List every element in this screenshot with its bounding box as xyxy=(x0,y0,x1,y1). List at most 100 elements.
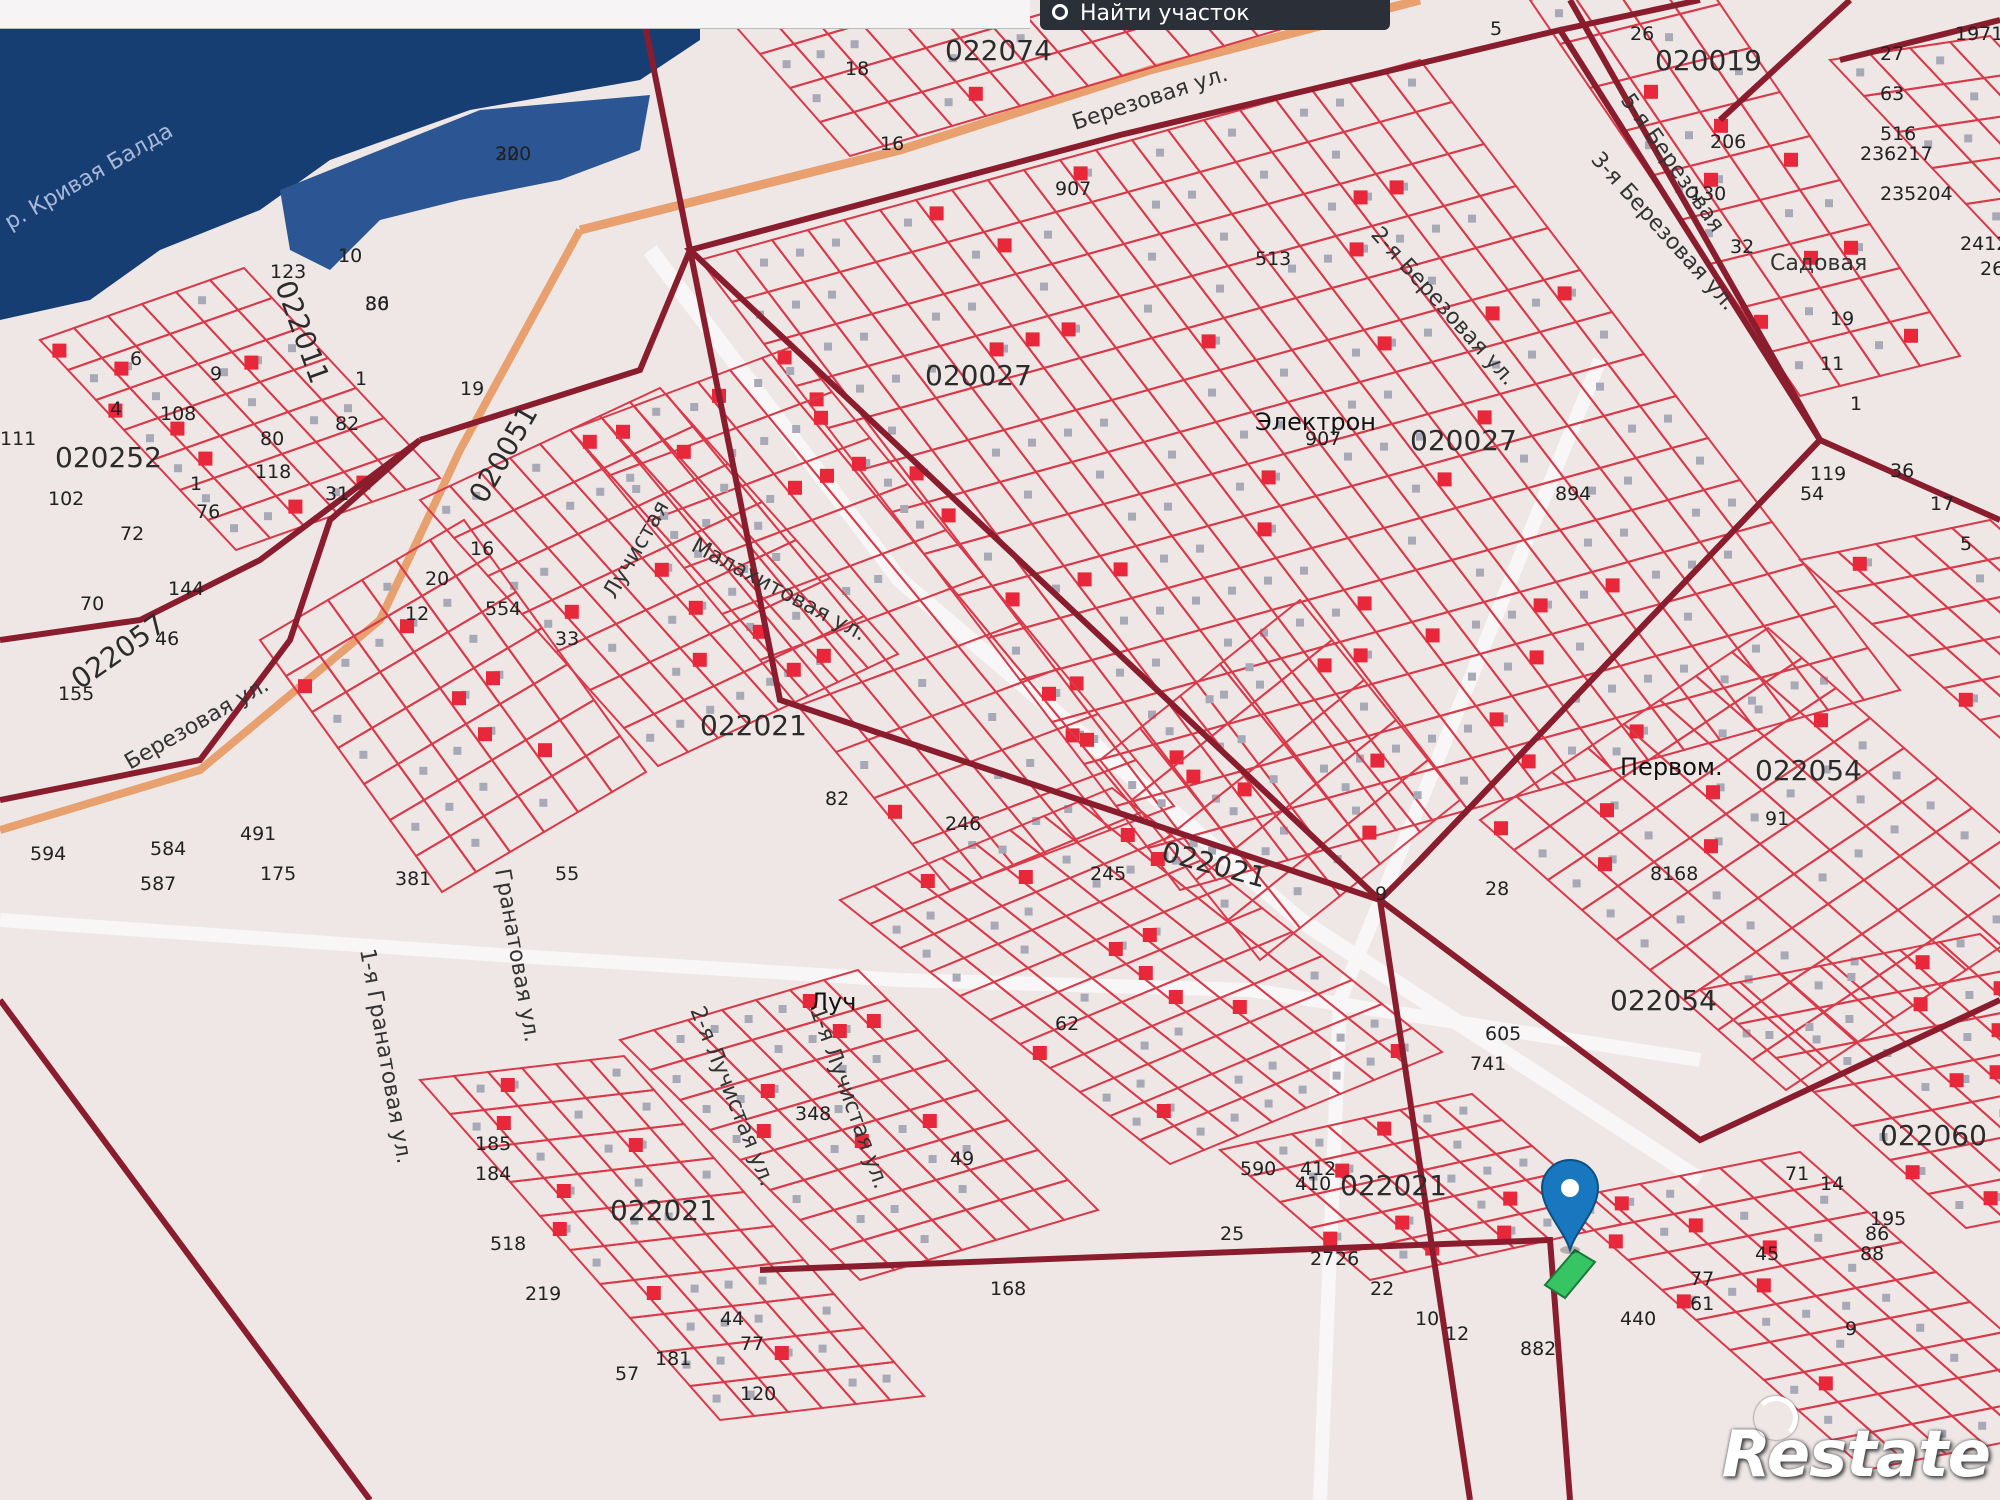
parcel[interactable] xyxy=(1098,886,1166,928)
parcel[interactable] xyxy=(1206,1096,1274,1138)
parcel[interactable] xyxy=(912,1058,980,1102)
parcel[interactable] xyxy=(1947,558,2000,602)
parcel[interactable] xyxy=(516,774,580,834)
parcel[interactable] xyxy=(1176,1072,1244,1114)
parcel[interactable] xyxy=(1584,776,1658,834)
parcel[interactable] xyxy=(583,1092,653,1134)
parcel[interactable] xyxy=(1256,930,1324,972)
parcel[interactable] xyxy=(1002,1148,1070,1192)
parcel[interactable] xyxy=(1162,896,1230,938)
parcel[interactable] xyxy=(537,1210,607,1252)
parcel[interactable] xyxy=(601,1240,671,1282)
parcel[interactable] xyxy=(1170,734,1246,810)
parcel[interactable] xyxy=(703,1228,773,1270)
parcel[interactable] xyxy=(1901,82,1981,128)
parcel[interactable] xyxy=(1128,910,1196,952)
parcel[interactable] xyxy=(699,1266,769,1308)
parcel[interactable] xyxy=(613,1126,683,1168)
parcel[interactable] xyxy=(1686,866,1760,924)
parcel[interactable] xyxy=(326,578,390,638)
parcel[interactable] xyxy=(1907,40,1987,86)
parcel[interactable] xyxy=(412,630,476,690)
parcel[interactable] xyxy=(857,1360,927,1402)
parcel[interactable] xyxy=(498,682,562,742)
parcel[interactable] xyxy=(1788,956,1862,1014)
parcel[interactable] xyxy=(1180,1034,1248,1076)
parcel[interactable] xyxy=(1932,860,2000,918)
parcel[interactable] xyxy=(1000,890,1068,932)
parcel[interactable] xyxy=(647,1122,717,1164)
parcel[interactable] xyxy=(1172,1110,1240,1152)
parcel[interactable] xyxy=(1158,934,1226,976)
parcel[interactable] xyxy=(1716,1004,1790,1062)
parcel[interactable] xyxy=(1222,944,1290,986)
parcel[interactable] xyxy=(1138,1124,1206,1166)
parcel[interactable] xyxy=(1244,1044,1312,1086)
parcel[interactable] xyxy=(362,762,426,822)
parcel[interactable] xyxy=(448,814,512,874)
parcel[interactable] xyxy=(1078,1076,1146,1118)
parcel[interactable] xyxy=(827,1326,897,1368)
parcel[interactable] xyxy=(1116,1024,1184,1066)
parcel[interactable] xyxy=(932,918,1000,960)
parcel[interactable] xyxy=(737,1224,807,1266)
parcel[interactable] xyxy=(902,894,970,936)
parcel[interactable] xyxy=(541,1172,611,1214)
parcel[interactable] xyxy=(1981,72,2000,114)
parcel[interactable] xyxy=(1582,830,1656,888)
parcel[interactable] xyxy=(472,646,536,706)
parcel[interactable] xyxy=(988,1004,1056,1046)
parcel[interactable] xyxy=(1210,702,1286,778)
parcel[interactable] xyxy=(284,654,348,714)
parcel[interactable] xyxy=(587,1054,657,1096)
parcel[interactable] xyxy=(1866,746,1940,804)
parcel[interactable] xyxy=(1989,1400,2000,1438)
parcel[interactable] xyxy=(1064,900,1132,942)
parcel[interactable] xyxy=(485,1066,555,1108)
parcel[interactable] xyxy=(1142,1086,1210,1128)
parcel[interactable] xyxy=(1376,1026,1444,1068)
parcel[interactable] xyxy=(793,1330,863,1372)
parcel[interactable] xyxy=(1955,1368,2000,1410)
parcel[interactable] xyxy=(942,1088,1010,1132)
parcel[interactable] xyxy=(1969,156,2000,198)
parcel[interactable] xyxy=(789,1368,859,1410)
parcel[interactable] xyxy=(1030,914,1098,956)
parcel[interactable] xyxy=(1975,114,2000,156)
parcel[interactable] xyxy=(422,778,486,838)
parcel[interactable] xyxy=(707,1190,777,1232)
parcel[interactable] xyxy=(370,706,434,766)
parcel[interactable] xyxy=(966,904,1034,946)
parcel[interactable] xyxy=(1248,1006,1316,1048)
parcel[interactable] xyxy=(396,742,460,802)
parcel[interactable] xyxy=(558,698,622,758)
parcel[interactable] xyxy=(1900,776,1974,834)
parcel[interactable] xyxy=(1822,986,1896,1044)
parcel[interactable] xyxy=(1977,712,2000,752)
parcel[interactable] xyxy=(1650,890,1724,948)
parcel[interactable] xyxy=(1862,854,1936,912)
parcel[interactable] xyxy=(1004,852,1072,894)
parcel[interactable] xyxy=(1512,824,1586,882)
parcel[interactable] xyxy=(1981,632,2000,672)
parcel[interactable] xyxy=(974,806,1048,868)
parcel[interactable] xyxy=(1961,1331,2000,1372)
parcel[interactable] xyxy=(336,726,400,786)
parcel[interactable] xyxy=(1720,896,1794,954)
parcel[interactable] xyxy=(677,1156,747,1198)
parcel[interactable] xyxy=(1684,920,1758,978)
parcel[interactable] xyxy=(549,1096,619,1138)
parcel[interactable] xyxy=(1968,838,2000,892)
cadastral-map[interactable]: р. Кривая Балда 020252 022057 022011 020… xyxy=(0,0,2000,1500)
parcel[interactable] xyxy=(1006,794,1080,856)
parcel[interactable] xyxy=(882,1028,950,1072)
parcel[interactable] xyxy=(1146,1048,1214,1090)
parcel[interactable] xyxy=(759,1334,829,1376)
parcel[interactable] xyxy=(631,1274,701,1316)
parcel[interactable] xyxy=(940,842,1008,884)
parcel[interactable] xyxy=(378,650,442,710)
parcel[interactable] xyxy=(1888,310,1962,368)
parcel[interactable] xyxy=(1580,884,1654,942)
parcel[interactable] xyxy=(1550,746,1624,804)
parcel[interactable] xyxy=(1750,1034,1824,1092)
